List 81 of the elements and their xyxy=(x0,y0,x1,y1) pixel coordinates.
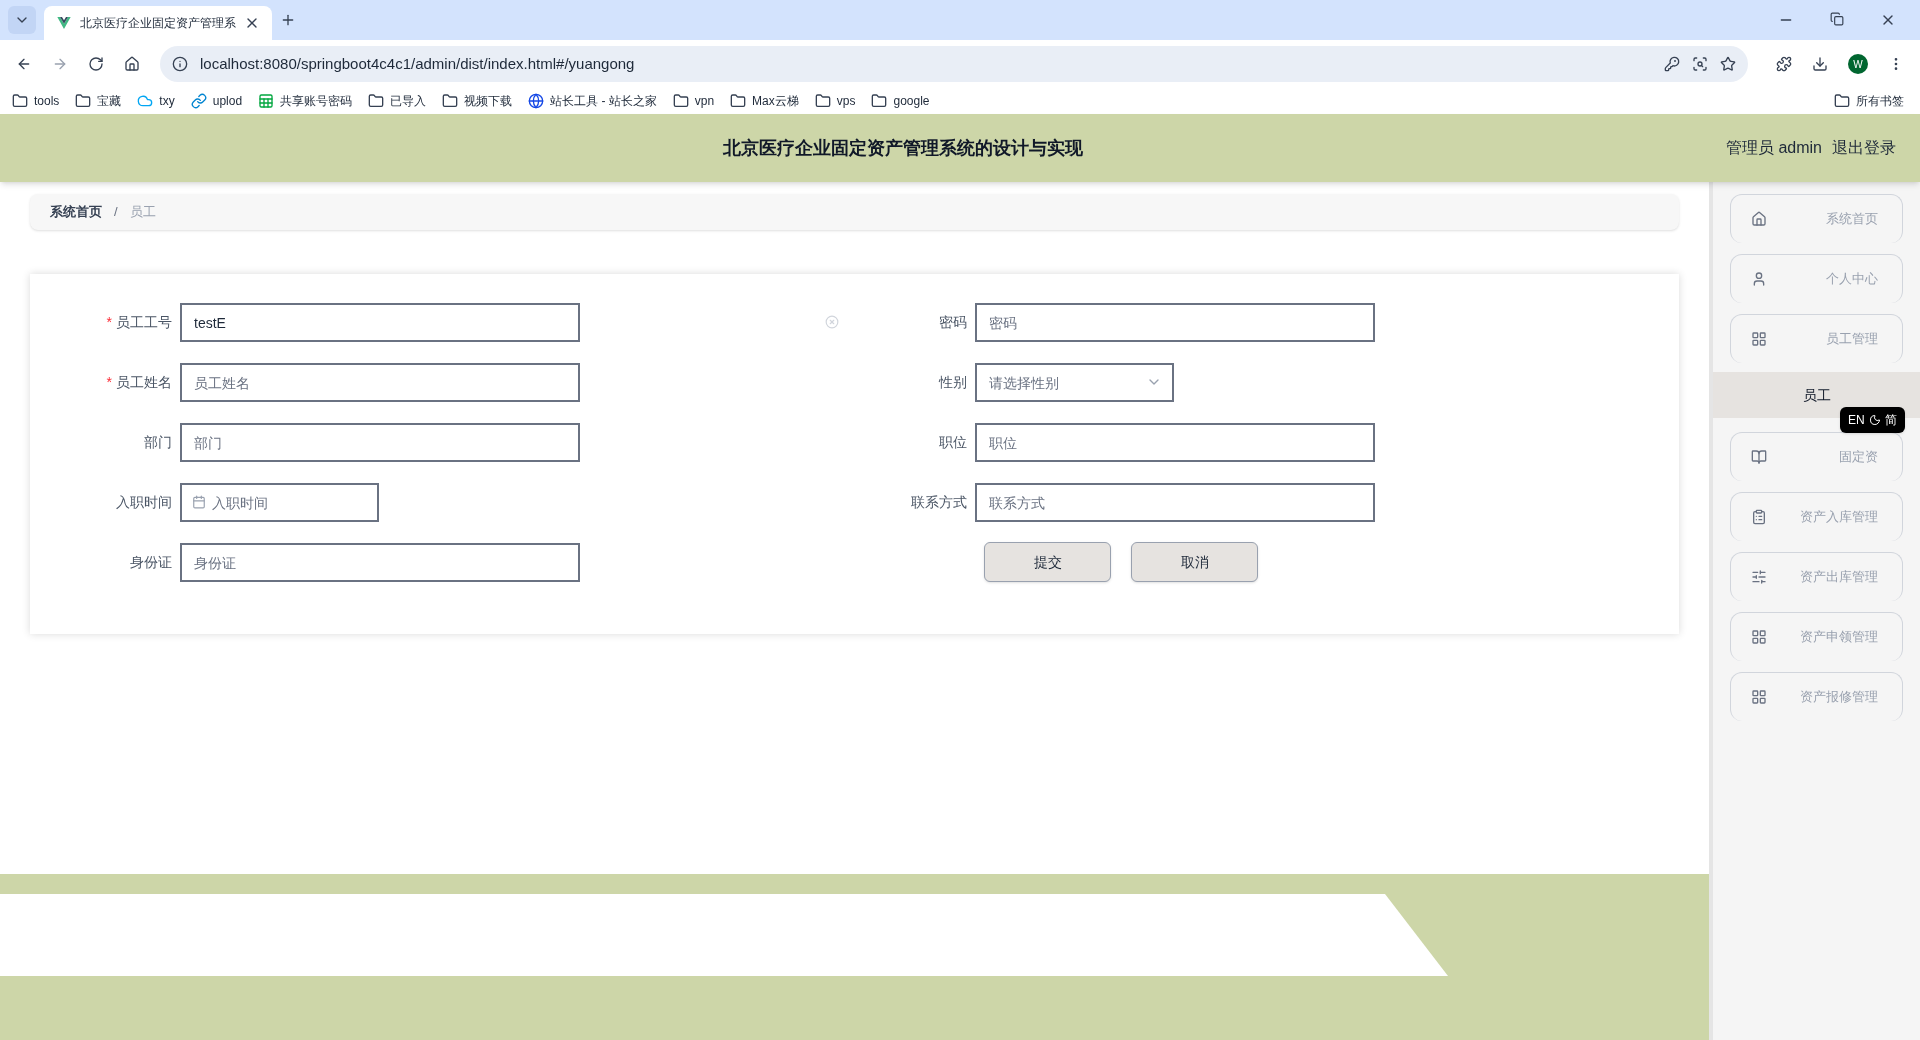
field-label: 员工工号 xyxy=(116,313,172,332)
field-label: 密码 xyxy=(939,313,967,332)
bookmark-link[interactable]: tools xyxy=(34,92,60,110)
field-label: 性别 xyxy=(939,373,967,392)
bookmark-link[interactable]: 已导入 xyxy=(390,92,427,110)
field-label: 职位 xyxy=(939,433,967,452)
clipboard-icon xyxy=(1751,509,1767,525)
back-icon[interactable] xyxy=(16,56,32,72)
grid-icon xyxy=(1751,331,1767,347)
bookmark-link[interactable]: 所有书签 xyxy=(1856,92,1908,110)
browser-tab[interactable]: 北京医疗企业固定资产管理系 xyxy=(44,6,272,40)
bookmark-link[interactable]: 站长工具 - 站长之家 xyxy=(550,92,657,110)
input-field[interactable]: 身份证 xyxy=(180,543,580,582)
input-field[interactable]: testE xyxy=(180,303,580,342)
moon-icon xyxy=(1868,414,1881,426)
folder-icon xyxy=(442,93,459,109)
field-label: 员工姓名 xyxy=(116,373,172,392)
site-info-icon xyxy=(172,56,188,72)
book-icon xyxy=(1751,449,1767,465)
input-field[interactable]: 联系方式 xyxy=(975,483,1375,522)
bookmark-link[interactable]: vps xyxy=(836,92,856,110)
download-icon[interactable] xyxy=(1812,56,1828,72)
grid-icon xyxy=(1751,689,1767,705)
home-icon[interactable] xyxy=(124,56,140,72)
lens-icon[interactable] xyxy=(1692,56,1708,72)
header-title: 北京医疗企业固定资产管理系统的设计与实现 xyxy=(723,136,1083,160)
bookmark-link[interactable]: 宝藏 xyxy=(97,92,122,110)
grid-icon xyxy=(1751,629,1767,645)
breadcrumb-link[interactable]: 系统首页 xyxy=(50,202,102,222)
submit-button[interactable]: 提交 xyxy=(984,542,1111,582)
folder-icon xyxy=(814,93,831,109)
bookmark-link[interactable]: uplod xyxy=(212,92,243,110)
bookmark-link[interactable]: google xyxy=(893,92,930,110)
reload-icon[interactable] xyxy=(88,56,104,72)
cancel-button[interactable]: 取消 xyxy=(1131,542,1258,582)
field-label: 联系方式 xyxy=(911,493,967,512)
globe-icon xyxy=(528,93,545,109)
vue-logo-icon xyxy=(56,15,72,31)
sliders-icon xyxy=(1751,569,1767,585)
folder-icon xyxy=(1834,93,1850,109)
sheet-icon xyxy=(258,93,275,109)
home-icon xyxy=(1751,211,1767,227)
field-label: 入职时间 xyxy=(116,493,172,512)
restore-icon[interactable] xyxy=(1830,12,1844,26)
input-field[interactable]: 部门 xyxy=(180,423,580,462)
folder-icon xyxy=(12,93,28,109)
bookmark-link[interactable]: Max云梯 xyxy=(752,92,799,110)
tab-title: 北京医疗企业固定资产管理系 xyxy=(80,15,236,32)
gender-select[interactable]: 请选择性别 xyxy=(975,363,1174,402)
folder-icon xyxy=(871,93,888,109)
url-text: localhost:8080/springboot4c4c1/admin/dist/index.html#/yuangong xyxy=(200,53,636,74)
date-field[interactable]: 入职时间 xyxy=(180,483,379,522)
folder-icon xyxy=(730,93,747,109)
cloud-icon xyxy=(137,93,154,109)
input-field[interactable]: 密码 xyxy=(975,303,1375,342)
user-label: 管理员 admin xyxy=(1725,138,1822,158)
star-icon[interactable] xyxy=(1720,56,1736,72)
field-label: 部门 xyxy=(144,433,172,452)
required-mark: * xyxy=(106,313,112,332)
new-tab-icon[interactable] xyxy=(280,12,296,28)
link-icon xyxy=(190,93,207,109)
translate-widget[interactable]: EN 简 xyxy=(1840,407,1905,433)
folder-icon xyxy=(672,93,689,109)
bookmark-link[interactable]: txy xyxy=(159,92,175,110)
calendar-icon xyxy=(192,495,206,509)
bookmark-link[interactable]: 共享账号密码 xyxy=(280,92,353,110)
folder-icon xyxy=(368,93,385,109)
input-field[interactable]: 员工姓名 xyxy=(180,363,580,402)
required-mark: * xyxy=(106,373,112,392)
address-bar[interactable]: localhost:8080/springboot4c4c1/admin/dist/index.html#/yuangong xyxy=(160,46,1748,82)
field-label: 身份证 xyxy=(130,553,172,572)
bookmark-link[interactable]: vpn xyxy=(694,92,715,110)
key-icon[interactable] xyxy=(1664,56,1680,72)
bookmark-link[interactable]: 视频下载 xyxy=(464,92,513,110)
breadcrumb-separator: / xyxy=(114,203,118,222)
profile-avatar[interactable]: W xyxy=(1848,54,1868,74)
logout-link[interactable]: 退出登录 xyxy=(1832,136,1896,160)
extensions-icon[interactable] xyxy=(1776,56,1792,72)
input-field[interactable]: 职位 xyxy=(975,423,1375,462)
folder-icon xyxy=(75,93,92,109)
user-icon xyxy=(1751,271,1767,287)
